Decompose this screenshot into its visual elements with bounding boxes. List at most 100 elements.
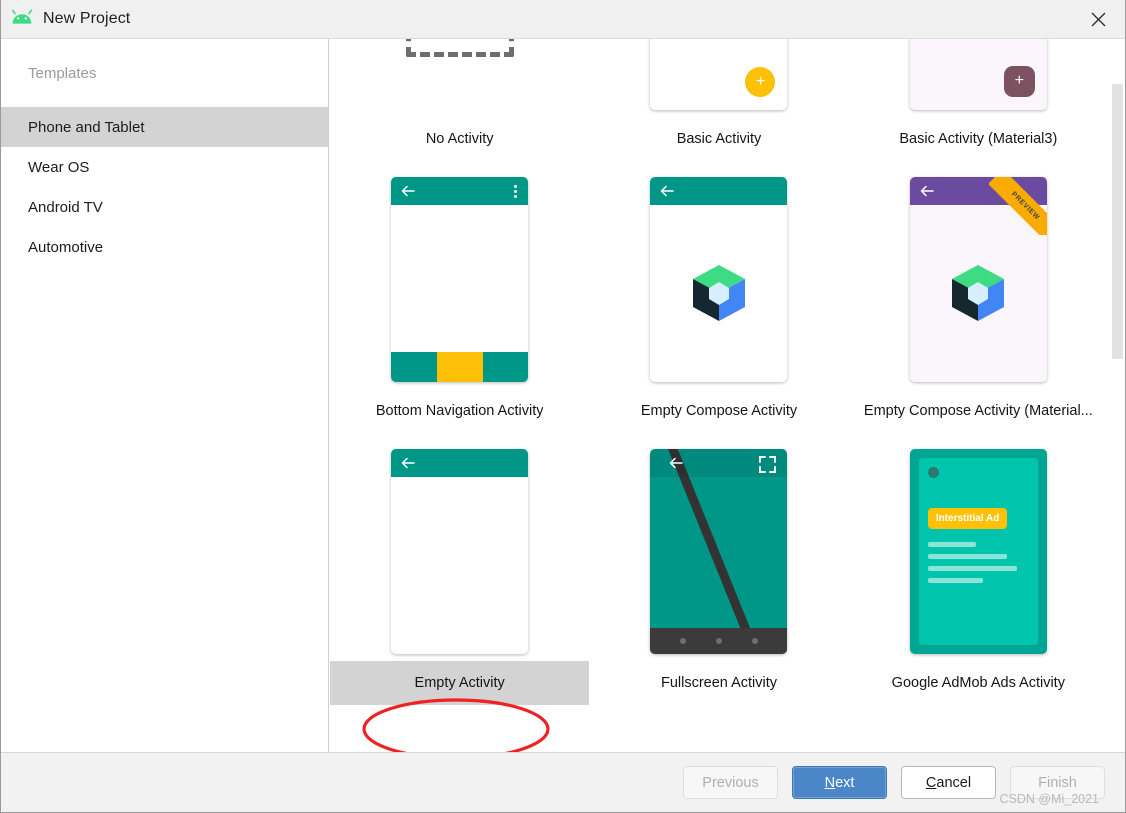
fab-plus-icon: + bbox=[1003, 65, 1035, 97]
finish-button[interactable]: Finish bbox=[1010, 766, 1105, 799]
bottom-navigation-preview bbox=[330, 161, 589, 389]
camera-dot-icon bbox=[927, 466, 939, 478]
phone-mock bbox=[391, 448, 529, 654]
sidebar-item-label: Automotive bbox=[28, 238, 104, 256]
admob-screen: Interstitial Ad bbox=[918, 457, 1038, 645]
android-head-icon bbox=[11, 9, 33, 29]
dialog-footer: Previous Next Cancel Finish CSDN @Mi_202… bbox=[1, 752, 1125, 812]
template-card-empty-compose-activity-material3[interactable]: PREVIEW Empty Compose Activity (Material… bbox=[849, 161, 1108, 433]
template-label: No Activity bbox=[425, 131, 494, 147]
sidebar-header: Templates bbox=[28, 64, 97, 82]
previous-button[interactable]: Previous bbox=[683, 766, 778, 799]
template-label: Bottom Navigation Activity bbox=[375, 403, 544, 419]
finish-button-label: Finish bbox=[1038, 774, 1077, 791]
phone-mock: Interstitial Ad bbox=[909, 448, 1047, 654]
phone-mock: + bbox=[909, 39, 1047, 110]
app-bar bbox=[391, 176, 529, 205]
template-card-bottom-navigation-activity[interactable]: Bottom Navigation Activity bbox=[330, 161, 589, 433]
nav-item bbox=[391, 351, 437, 382]
titlebar: New Project bbox=[1, 0, 1125, 39]
text-line bbox=[927, 577, 984, 583]
app-bar bbox=[391, 448, 529, 477]
template-gallery: No Activity + Basic Activity + Basic Act… bbox=[330, 39, 1125, 752]
system-navigation-bar bbox=[650, 627, 788, 654]
basic-activity-m3-preview: + bbox=[849, 39, 1108, 117]
template-card-empty-activity[interactable]: Empty Activity bbox=[330, 433, 590, 705]
sidebar-item-label: Wear OS bbox=[28, 158, 90, 176]
jetpack-compose-logo-icon bbox=[692, 265, 745, 321]
template-card-fullscreen-activity[interactable]: Fullscreen Activity bbox=[589, 433, 848, 705]
nav-dot bbox=[679, 637, 686, 644]
scrollbar-thumb[interactable] bbox=[1112, 84, 1123, 359]
cancel-button[interactable]: Cancel bbox=[901, 766, 996, 799]
fab-plus-icon: + bbox=[745, 66, 776, 97]
back-arrow-icon bbox=[401, 457, 415, 468]
template-label: Empty Compose Activity bbox=[640, 403, 798, 419]
text-line bbox=[927, 553, 1007, 559]
template-label-wrap: Empty Activity bbox=[330, 661, 590, 705]
template-label: Empty Activity bbox=[414, 675, 505, 691]
previous-button-label: Previous bbox=[702, 774, 759, 791]
sidebar-item-label: Phone and Tablet bbox=[28, 118, 145, 136]
template-grid: No Activity + Basic Activity + Basic Act… bbox=[330, 39, 1108, 705]
empty-compose-preview bbox=[589, 161, 848, 389]
text-line bbox=[927, 565, 1017, 571]
placeholder-text-lines bbox=[927, 541, 1029, 590]
admob-activity-preview: Interstitial Ad bbox=[849, 433, 1108, 661]
interstitial-ad-chip: Interstitial Ad bbox=[927, 507, 1008, 529]
fullscreen-activity-preview bbox=[589, 433, 848, 661]
template-label-wrap: Google AdMob Ads Activity bbox=[849, 661, 1108, 705]
no-activity-preview bbox=[330, 39, 589, 117]
bottom-navigation-bar bbox=[391, 351, 529, 382]
template-card-basic-activity[interactable]: + Basic Activity bbox=[589, 39, 848, 161]
sidebar-item-label: Android TV bbox=[28, 198, 103, 216]
empty-compose-m3-preview: PREVIEW bbox=[849, 161, 1108, 389]
text-line bbox=[927, 541, 977, 547]
sidebar-item-automotive[interactable]: Automotive bbox=[1, 227, 328, 267]
dashed-rect-icon bbox=[405, 39, 514, 57]
sidebar-item-wear-os[interactable]: Wear OS bbox=[1, 147, 328, 187]
overflow-menu-icon bbox=[514, 184, 518, 198]
template-label: Basic Activity (Material3) bbox=[899, 131, 1058, 147]
sidebar-item-android-tv[interactable]: Android TV bbox=[1, 187, 328, 227]
phone-mock bbox=[650, 448, 788, 654]
nav-dot bbox=[715, 637, 722, 644]
template-label-wrap: Bottom Navigation Activity bbox=[330, 389, 589, 433]
nav-item bbox=[482, 351, 529, 382]
template-label-wrap: Fullscreen Activity bbox=[589, 661, 848, 705]
nav-dot bbox=[752, 637, 759, 644]
template-label-wrap: Basic Activity (Material3) bbox=[849, 117, 1108, 161]
template-card-basic-activity-material3[interactable]: + Basic Activity (Material3) bbox=[849, 39, 1108, 161]
template-label-wrap: Empty Compose Activity (Material... bbox=[849, 389, 1108, 433]
template-card-google-admob-ads-activity[interactable]: Interstitial Ad Google AdMob Ads Activit… bbox=[849, 433, 1108, 705]
template-label-wrap: Basic Activity bbox=[589, 117, 848, 161]
sidebar-item-phone-and-tablet[interactable]: Phone and Tablet bbox=[1, 107, 328, 147]
template-label: Basic Activity bbox=[676, 131, 762, 147]
sidebar: Templates Phone and Tablet Wear OS Andro… bbox=[1, 39, 329, 752]
back-arrow-icon bbox=[920, 185, 934, 196]
nav-item-selected bbox=[436, 351, 483, 382]
fullscreen-expand-icon bbox=[759, 455, 777, 473]
close-icon[interactable] bbox=[1069, 0, 1125, 38]
phone-mock bbox=[391, 176, 529, 382]
new-project-dialog: New Project Templates Phone and Tablet W… bbox=[0, 0, 1126, 813]
next-button[interactable]: Next bbox=[792, 766, 887, 799]
gallery-scrollbar[interactable] bbox=[1110, 39, 1124, 752]
template-label: Fullscreen Activity bbox=[660, 675, 778, 691]
back-arrow-icon bbox=[670, 457, 684, 468]
window-title: New Project bbox=[43, 10, 131, 27]
phone-mock: PREVIEW bbox=[909, 176, 1047, 382]
empty-activity-preview bbox=[330, 433, 589, 661]
template-label: Google AdMob Ads Activity bbox=[891, 675, 1065, 691]
cancel-button-label: Cancel bbox=[925, 774, 972, 791]
template-label: Empty Compose Activity (Material... bbox=[863, 403, 1093, 419]
template-label-wrap: Empty Compose Activity bbox=[589, 389, 848, 433]
template-card-no-activity[interactable]: No Activity bbox=[330, 39, 589, 161]
template-label-wrap: No Activity bbox=[330, 117, 589, 161]
phone-mock bbox=[650, 176, 788, 382]
template-card-empty-compose-activity[interactable]: Empty Compose Activity bbox=[589, 161, 848, 433]
basic-activity-preview: + bbox=[589, 39, 848, 117]
app-bar bbox=[650, 176, 788, 205]
back-arrow-icon bbox=[401, 185, 415, 196]
next-button-label: Next bbox=[824, 774, 855, 791]
